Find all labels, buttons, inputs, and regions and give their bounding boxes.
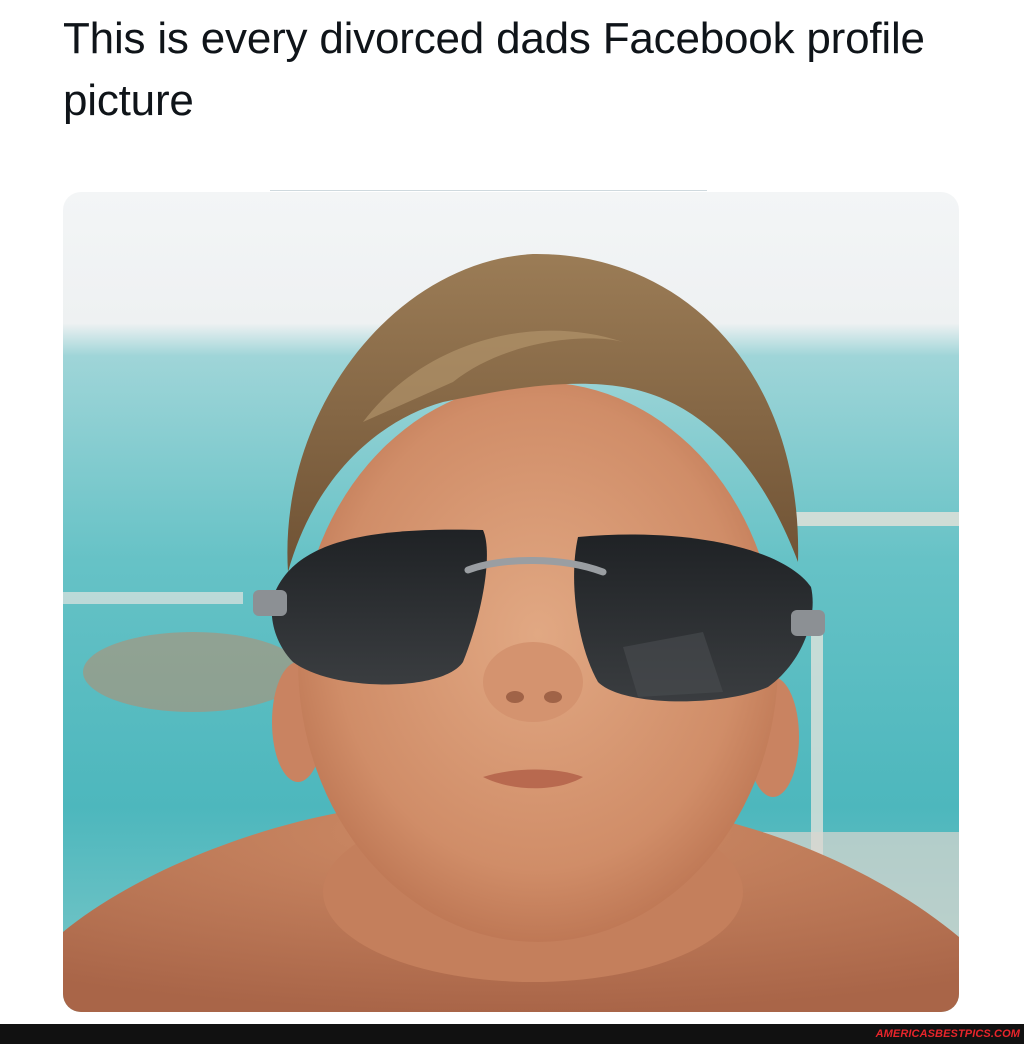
footer-bar: AMERICASBESTPICS.COM <box>0 1024 1024 1044</box>
left-hinge <box>253 590 287 616</box>
photo-illustration <box>63 192 959 1012</box>
blurred-arm <box>83 632 303 712</box>
post-photo[interactable] <box>63 192 959 1012</box>
railing-left <box>63 592 243 604</box>
watermark[interactable]: AMERICASBESTPICS.COM <box>876 1026 1020 1042</box>
left-nostril <box>506 691 524 703</box>
post-text: This is every divorced dads Facebook pro… <box>63 14 925 125</box>
right-nostril <box>544 691 562 703</box>
right-hinge <box>791 610 825 636</box>
railing <box>783 512 959 526</box>
nose <box>483 642 583 722</box>
divider <box>270 190 707 191</box>
